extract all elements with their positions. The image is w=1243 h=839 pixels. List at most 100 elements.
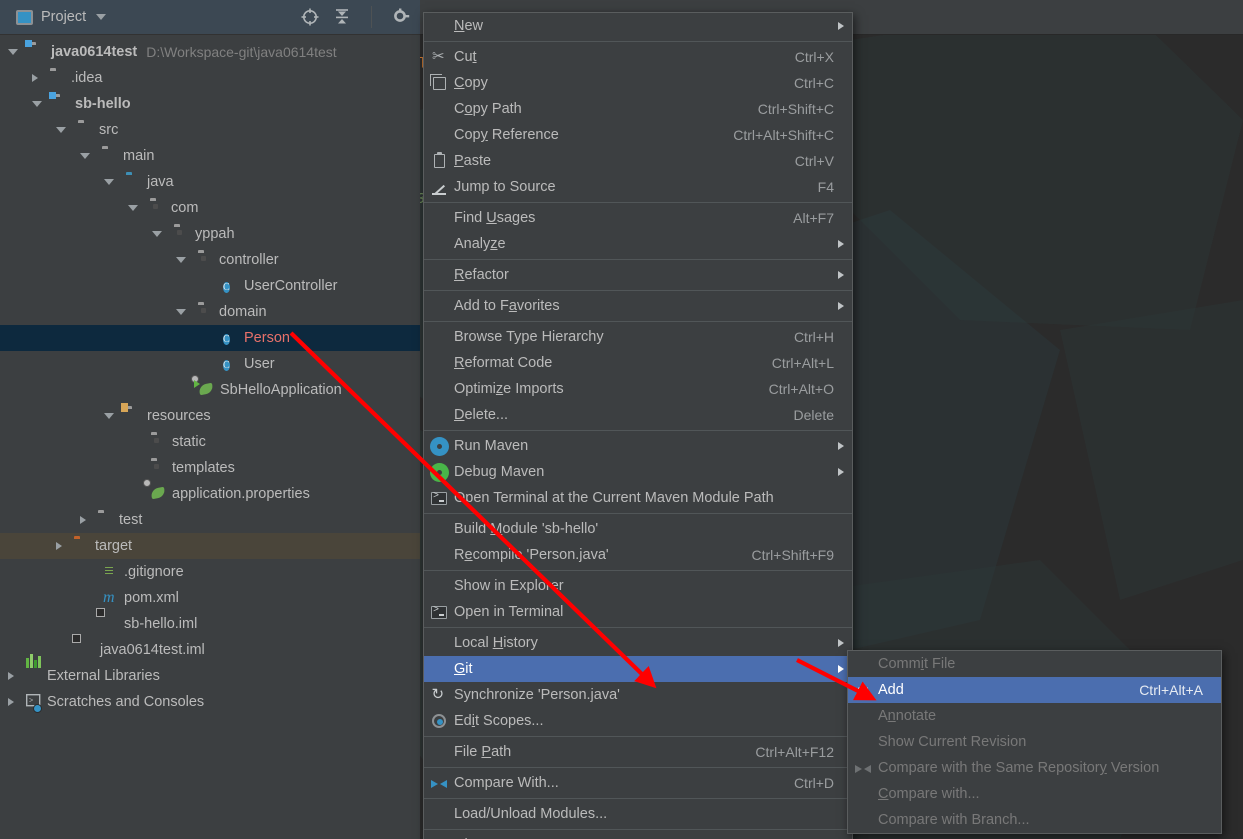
menu-item-copy-path[interactable]: Copy PathCtrl+Shift+C [424,96,852,122]
file-context-menu[interactable]: New ✂CutCtrl+XCopyCtrl+CCopy PathCtrl+Shi… [423,12,853,839]
twisty-expanded-icon[interactable] [104,413,114,419]
menu-item-compare-with[interactable]: Compare With...Ctrl+D [424,770,852,796]
tree-row-main[interactable]: main [0,143,420,169]
tree-row-person[interactable]: CPerson [0,325,420,351]
menu-item-recompile-person-java[interactable]: Recompile 'Person.java' Ctrl+Shift+F9 [424,542,852,568]
menu-item-label: Show in Explorer [454,578,834,594]
menu-item-cut[interactable]: ✂CutCtrl+X [424,44,852,70]
menu-item-paste[interactable]: PasteCtrl+V [424,148,852,174]
twisty-collapsed-icon[interactable] [32,74,38,82]
text-file-icon [103,564,119,580]
menu-item-edit-scopes[interactable]: Edit Scopes... [424,708,852,734]
package-folder-icon [174,226,190,242]
menu-item-run-maven[interactable]: Run Maven [424,433,852,459]
tree-row-sb-hello[interactable]: sb-hello [0,91,420,117]
tree-row-static[interactable]: static [0,429,420,455]
twisty-expanded-icon[interactable] [176,309,186,315]
menu-item-build-module-sb-hello[interactable]: Build Module 'sb-hello' [424,516,852,542]
twisty-expanded-icon[interactable] [152,231,162,237]
menu-item-add[interactable]: +AddCtrl+Alt+A [848,677,1221,703]
menu-item-debug-maven[interactable]: Debug Maven [424,459,852,485]
twisty-collapsed-icon[interactable] [80,516,86,524]
menu-item-new[interactable]: New [424,13,852,39]
menu-item-analyze[interactable]: Analyze [424,231,852,257]
twisty-expanded-icon[interactable] [8,49,18,55]
tree-row-external-libraries[interactable]: External Libraries [0,663,420,689]
tree-row-domain[interactable]: domain [0,299,420,325]
menu-item-git[interactable]: Git [424,656,852,682]
tree-row-user[interactable]: CUser [0,351,420,377]
twisty-expanded-icon[interactable] [128,205,138,211]
collapse-all-icon[interactable] [333,8,351,26]
tree-row-test[interactable]: test [0,507,420,533]
tree-row-java[interactable]: java [0,169,420,195]
menu-item-shortcut: Ctrl+Shift+F9 [752,547,834,563]
twisty-expanded-icon[interactable] [104,179,114,185]
tree-row-java0614test[interactable]: java0614testD:\Workspace-git\java0614tes… [0,39,420,65]
menu-item-copy-reference[interactable]: Copy ReferenceCtrl+Alt+Shift+C [424,122,852,148]
twisty-expanded-icon[interactable] [176,257,186,263]
menu-item-open-in-terminal[interactable]: Open in Terminal [424,599,852,625]
tree-row-gitignore[interactable]: .gitignore [0,559,420,585]
tree-row-sbhelloapplication[interactable]: SbHelloApplication [0,377,420,403]
menu-item-compare-with: Compare with... [848,781,1221,807]
tree-row-scratches-and-consoles[interactable]: >Scratches and Consoles [0,689,420,715]
menu-icon-placeholder [424,262,454,288]
menu-item-refactor[interactable]: Refactor [424,262,852,288]
menu-item-label: Recompile 'Person.java' [454,547,734,563]
menu-item-annotate: Annotate [848,703,1221,729]
menu-item-synchronize-person-java[interactable]: ↻Synchronize 'Person.java' [424,682,852,708]
menu-separator [424,767,852,768]
tree-row-label: templates [172,460,235,476]
folder-icon [50,70,66,86]
menu-item-label: Analyze [454,236,826,252]
tree-row-src[interactable]: src [0,117,420,143]
compare-arrows-icon [848,755,878,781]
tree-row-controller[interactable]: controller [0,247,420,273]
settings-gear-icon[interactable] [392,8,410,26]
twisty-collapsed-icon[interactable] [56,542,62,550]
tree-row-application-properties[interactable]: application.properties [0,481,420,507]
tree-row-sb-hello-iml[interactable]: sb-hello.iml [0,611,420,637]
menu-item-delete[interactable]: Delete...Delete [424,402,852,428]
twisty-expanded-icon[interactable] [32,101,42,107]
menu-item-jump-to-source[interactable]: Jump to SourceF4 [424,174,852,200]
twisty-collapsed-icon[interactable] [8,698,14,706]
twisty-expanded-icon[interactable] [80,153,90,159]
menu-icon-placeholder [424,231,454,257]
menu-item-label: Annotate [878,708,1203,724]
menu-item-file-path[interactable]: File PathCtrl+Alt+F12 [424,739,852,765]
menu-item-reformat-code[interactable]: Reformat CodeCtrl+Alt+L [424,350,852,376]
menu-item-local-history[interactable]: Local History [424,630,852,656]
twisty-expanded-icon[interactable] [56,127,66,133]
git-submenu[interactable]: Commit File+AddCtrl+Alt+AAnnotateShow Cu… [847,650,1222,834]
menu-item-label: Compare with the Same Repository Version [878,760,1203,776]
menu-item-copy[interactable]: CopyCtrl+C [424,70,852,96]
menu-icon-placeholder [424,350,454,376]
spring-properties-icon [151,486,167,502]
tree-row-yppah[interactable]: yppah [0,221,420,247]
tree-row-idea[interactable]: .idea [0,65,420,91]
package-folder-icon [150,200,166,216]
locate-target-icon[interactable] [301,8,319,26]
twisty-collapsed-icon[interactable] [8,672,14,680]
tree-row-com[interactable]: com [0,195,420,221]
chevron-down-icon[interactable] [96,14,106,20]
menu-item-load-unload-modules[interactable]: Load/Unload Modules... [424,801,852,827]
project-tree[interactable]: java0614testD:\Workspace-git\java0614tes… [0,35,420,715]
tree-row-java0614test-iml[interactable]: java0614test.iml [0,637,420,663]
menu-item-show-in-explorer[interactable]: Show in Explorer [424,573,852,599]
tree-row-label: pom.xml [124,590,179,606]
tree-row-target[interactable]: target [0,533,420,559]
menu-item-optimize-imports[interactable]: Optimize ImportsCtrl+Alt+O [424,376,852,402]
menu-item-browse-type-hierarchy[interactable]: Browse Type HierarchyCtrl+H [424,324,852,350]
menu-item-find-usages[interactable]: Find UsagesAlt+F7 [424,205,852,231]
tree-row-resources[interactable]: resources [0,403,420,429]
tree-row-usercontroller[interactable]: CUserController [0,273,420,299]
tree-row-pom-xml[interactable]: mpom.xml [0,585,420,611]
menu-item-diagrams[interactable]: Diagrams [424,832,852,839]
menu-item-open-terminal-at-the-current-maven-module-path[interactable]: Open Terminal at the Current Maven Modul… [424,485,852,511]
tree-row-templates[interactable]: templates [0,455,420,481]
menu-icon-placeholder [424,801,454,827]
menu-item-add-to-favorites[interactable]: Add to Favorites [424,293,852,319]
